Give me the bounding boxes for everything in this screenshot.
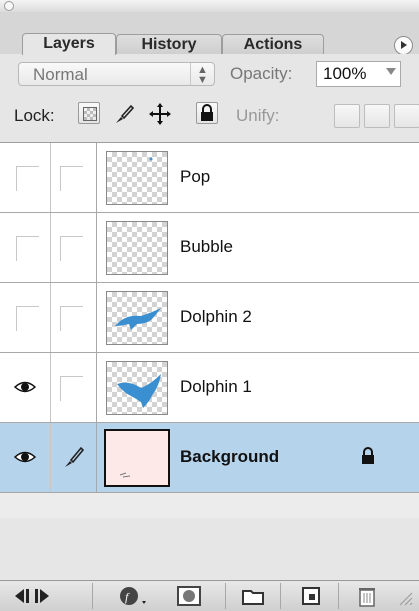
trash-icon[interactable]: [356, 585, 378, 609]
link-cell[interactable]: [50, 213, 97, 282]
brush-icon: [65, 446, 85, 467]
lock-row: Lock: Unify:: [0, 92, 419, 143]
link-cell[interactable]: [50, 283, 97, 352]
layer-row-background[interactable]: Background: [0, 423, 419, 493]
visibility-toggle[interactable]: [0, 423, 51, 492]
link-cell[interactable]: [50, 353, 97, 422]
close-circle-icon[interactable]: [4, 1, 14, 11]
resize-grip-icon[interactable]: [396, 589, 414, 607]
unify-visibility-icon[interactable]: [364, 104, 390, 128]
bottom-toolbar: f: [0, 580, 419, 611]
layer-list: Pop Bubble Dolphin 2 Dolphin 1 Backgroun…: [0, 143, 419, 518]
lock-all-icon[interactable]: [196, 102, 218, 124]
visibility-toggle[interactable]: [0, 213, 51, 282]
layer-thumbnail: [106, 221, 168, 275]
layer-name: Pop: [180, 167, 211, 186]
link-cell[interactable]: [50, 143, 97, 212]
layer-list-empty-area: [0, 493, 419, 518]
tab-bar: Layers History Actions: [0, 12, 419, 55]
lock-transparent-pixels-icon[interactable]: [78, 102, 100, 124]
blend-mode-value: Normal: [33, 65, 88, 84]
layers-panel: Layers History Actions Normal ▲ ▼ Opacity…: [0, 0, 419, 611]
layer-row-dolphin-1[interactable]: Dolphin 1: [0, 353, 419, 423]
new-group-icon[interactable]: [240, 585, 266, 607]
tab-history[interactable]: History: [116, 34, 222, 55]
layer-thumbnail: [106, 361, 168, 415]
new-layer-icon[interactable]: [300, 585, 322, 607]
opacity-input[interactable]: 100%: [316, 61, 401, 87]
eye-icon[interactable]: [14, 449, 36, 465]
panel-menu-icon[interactable]: [394, 36, 413, 55]
layer-thumbnail: [104, 429, 170, 487]
opacity-label: Opacity:: [230, 64, 293, 83]
blend-mode-select[interactable]: Normal ▲ ▼: [18, 62, 215, 86]
link-cell[interactable]: [50, 423, 97, 492]
layer-style-icon[interactable]: f: [118, 585, 152, 607]
opacity-value: 100%: [323, 64, 367, 83]
eye-icon[interactable]: [14, 379, 36, 395]
layer-row-bubble[interactable]: Bubble: [0, 213, 419, 283]
link-layers-icon[interactable]: [12, 585, 52, 607]
lock-position-icon[interactable]: [148, 102, 171, 125]
layer-thumbnail: [106, 291, 168, 345]
layer-row-pop[interactable]: Pop: [0, 143, 419, 213]
layer-name: Background: [180, 447, 280, 466]
visibility-toggle[interactable]: [0, 353, 51, 422]
layer-name: Bubble: [180, 237, 233, 256]
visibility-toggle[interactable]: [0, 283, 51, 352]
layer-name: Dolphin 2: [180, 307, 252, 326]
unify-position-icon[interactable]: [334, 104, 360, 128]
stepper-arrows-icon: ▲ ▼: [190, 63, 214, 86]
visibility-toggle[interactable]: [0, 143, 51, 212]
lock-image-pixels-icon[interactable]: [112, 102, 135, 124]
blend-row: Normal ▲ ▼ Opacity: 100%: [0, 54, 419, 92]
lock-icon: [362, 447, 374, 464]
mask-icon[interactable]: [176, 585, 202, 607]
tab-actions[interactable]: Actions: [222, 34, 324, 55]
unify-label: Unify:: [236, 106, 280, 125]
lock-label: Lock:: [14, 106, 55, 125]
dropdown-arrow-icon[interactable]: [386, 68, 396, 75]
tab-layers[interactable]: Layers: [22, 33, 116, 55]
unify-style-icon[interactable]: [394, 104, 419, 128]
layer-row-dolphin-2[interactable]: Dolphin 2: [0, 283, 419, 353]
layer-name: Dolphin 1: [180, 377, 252, 396]
layer-thumbnail: [106, 151, 168, 205]
